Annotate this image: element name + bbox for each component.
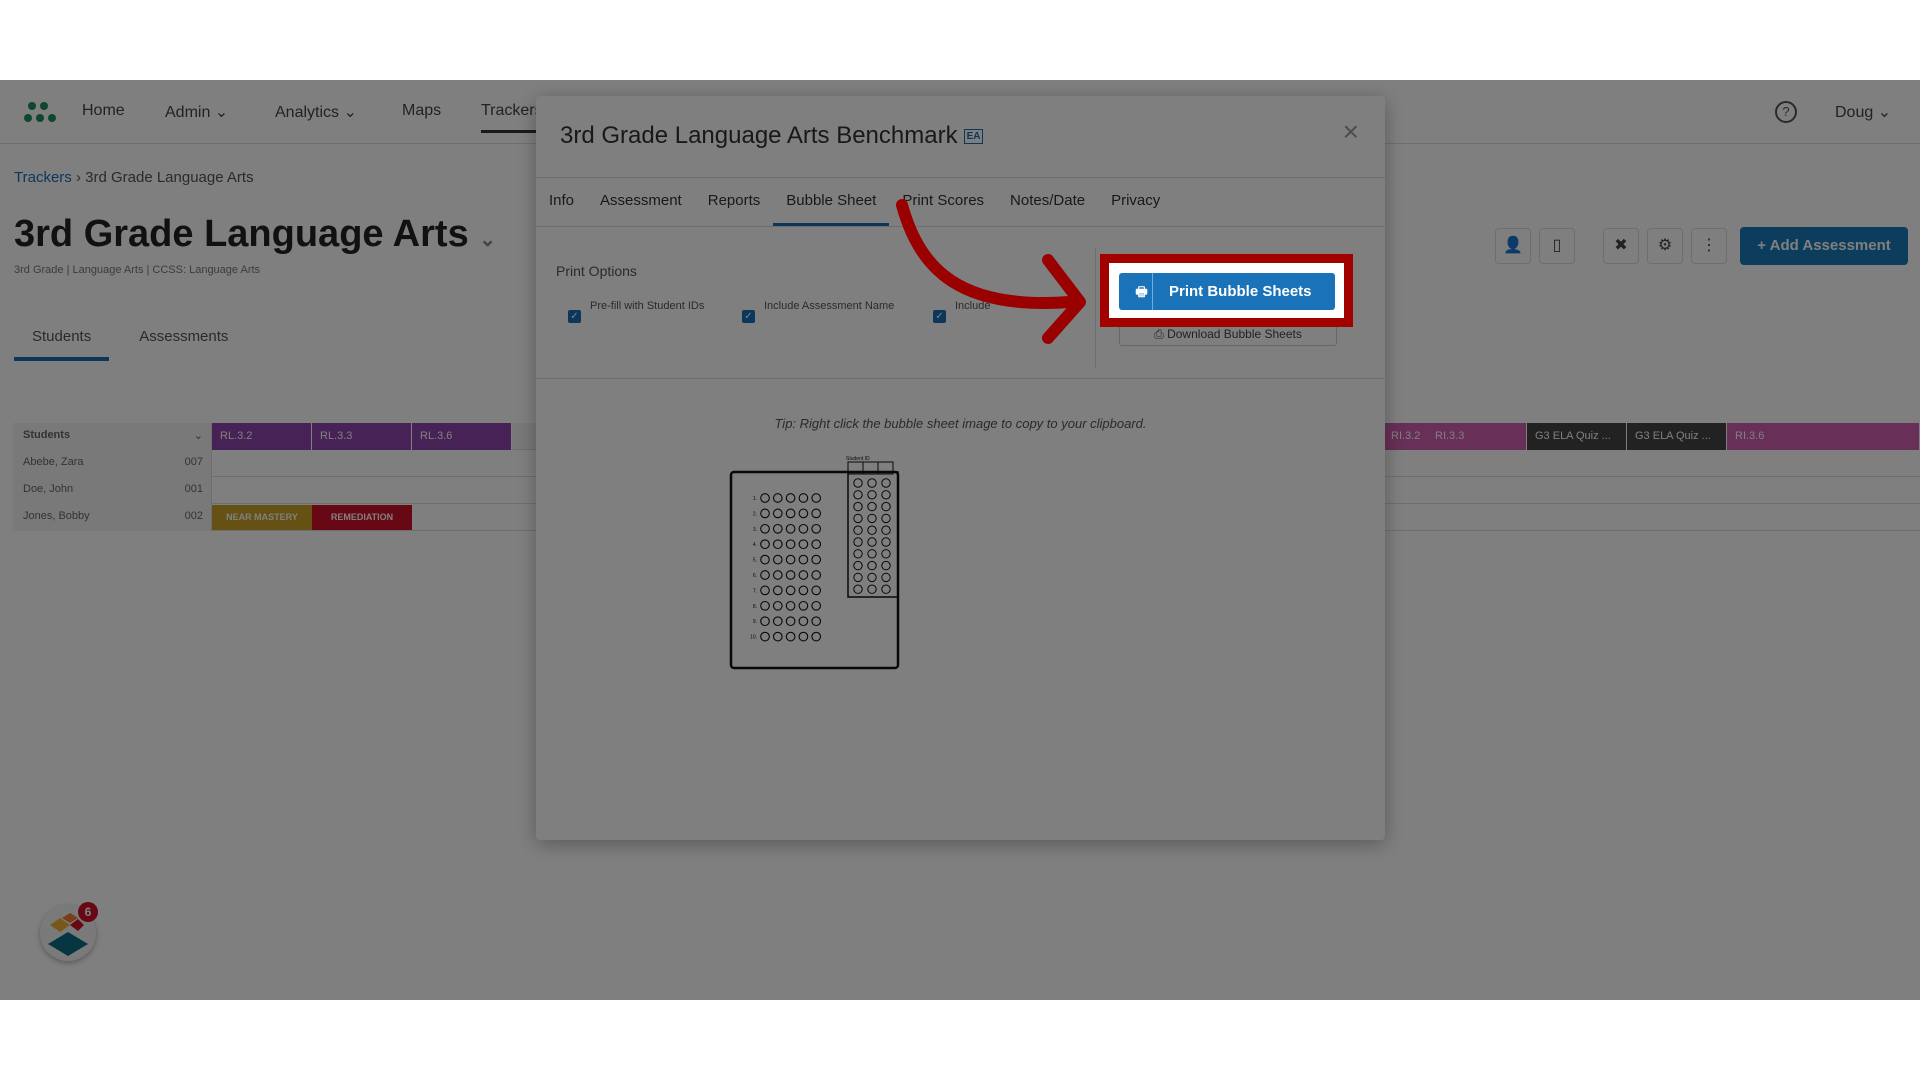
print-bubble-sheets-button[interactable]: 🖶 Print Bubble Sheets: [1119, 273, 1335, 310]
arrow-annotation-icon: [896, 199, 1086, 344]
print-button-label: Print Bubble Sheets: [1169, 283, 1312, 300]
printer-icon: 🖶: [1131, 273, 1153, 310]
highlight-box: 🖶 Print Bubble Sheets: [1100, 254, 1353, 327]
